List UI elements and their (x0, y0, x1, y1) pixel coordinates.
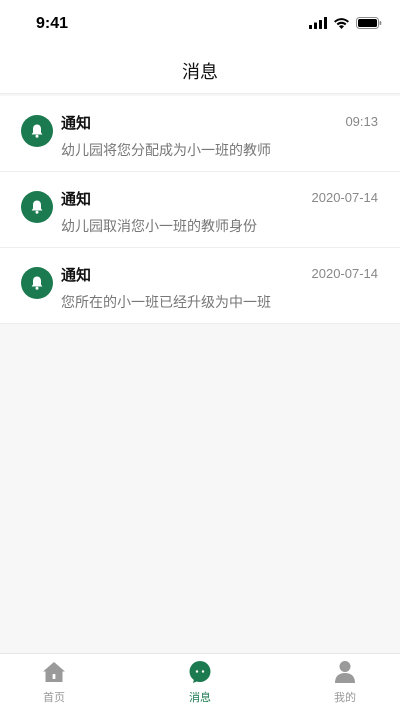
battery-icon (356, 17, 382, 29)
tab-label: 消息 (189, 691, 211, 704)
status-time: 9:41 (36, 15, 69, 32)
message-time: 2020-07-14 (311, 266, 379, 281)
message-time: 2020-07-14 (311, 190, 379, 205)
wifi-icon (334, 18, 349, 29)
user-icon (333, 660, 357, 684)
tab-home[interactable]: 首页 (24, 660, 84, 708)
message-item[interactable]: 通知 09:13 幼儿园将您分配成为小一班的教师 (0, 96, 400, 172)
message-body: 您所在的小一班已经升级为中一班 (61, 295, 271, 311)
message-time: 09:13 (345, 114, 378, 129)
status-icons (309, 15, 382, 31)
message-body: 幼儿园将您分配成为小一班的教师 (61, 143, 271, 159)
tab-messages[interactable]: 消息 (170, 660, 230, 708)
message-list: 通知 09:13 幼儿园将您分配成为小一班的教师 通知 2020-07-14 幼… (0, 96, 400, 324)
page-title: 消息 (182, 62, 218, 83)
bell-icon (21, 115, 53, 147)
message-title: 通知 (61, 114, 92, 132)
message-title: 通知 (61, 190, 92, 208)
signal-icon (309, 17, 327, 29)
status-bar: 9:41 (0, 0, 400, 46)
tab-bar: 首页 消息 我的 (0, 653, 400, 711)
tab-label: 首页 (43, 691, 65, 704)
bell-icon (21, 191, 53, 223)
tab-mine[interactable]: 我的 (315, 660, 375, 708)
tab-label: 我的 (334, 691, 356, 704)
nav-bar: 消息 (0, 46, 400, 94)
message-body: 幼儿园取消您小一班的教师身份 (61, 219, 257, 235)
message-title: 通知 (61, 266, 92, 284)
message-icon (188, 660, 212, 684)
bell-icon (21, 267, 53, 299)
home-icon (42, 660, 66, 684)
message-item[interactable]: 通知 2020-07-14 幼儿园取消您小一班的教师身份 (0, 172, 400, 248)
message-item[interactable]: 通知 2020-07-14 您所在的小一班已经升级为中一班 (0, 248, 400, 324)
